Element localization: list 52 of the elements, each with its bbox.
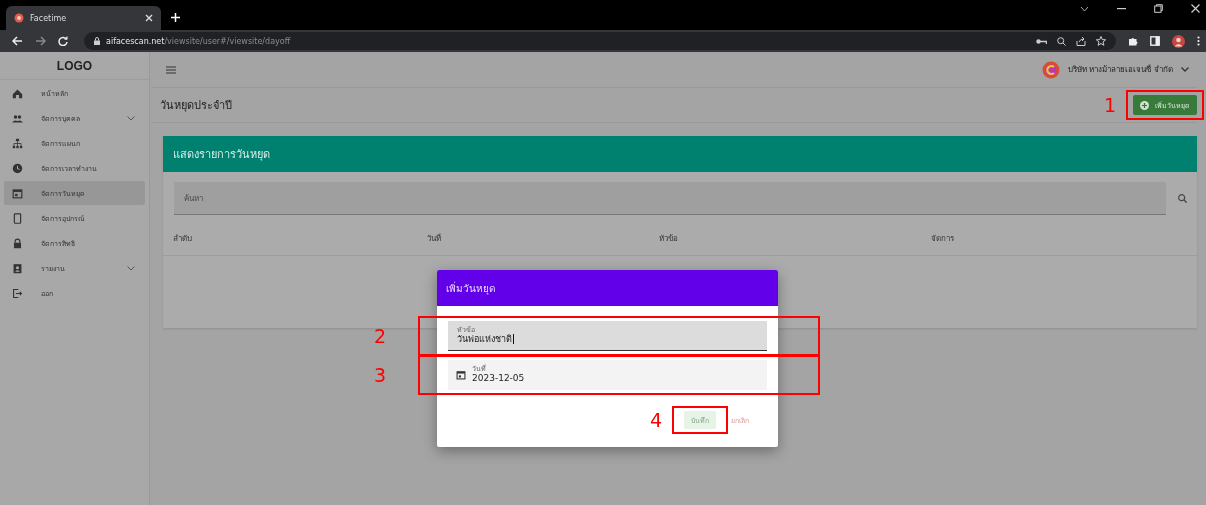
phone-icon <box>12 212 23 224</box>
logo-text: LOGO <box>0 52 149 80</box>
clock-icon <box>12 162 23 174</box>
annotation-number: 2 <box>374 324 387 348</box>
org-chart-icon <box>12 137 23 149</box>
id-badge-icon <box>12 262 23 274</box>
site-icon <box>14 13 24 23</box>
profile-avatar-icon[interactable] <box>1172 34 1185 48</box>
more-icon[interactable] <box>1197 36 1200 46</box>
restore-icon[interactable] <box>1154 4 1163 13</box>
star-icon[interactable] <box>1096 36 1106 46</box>
zoom-icon[interactable] <box>1057 36 1066 46</box>
dialog-header: เพิ่มวันหยุด <box>437 270 778 306</box>
annotation-number: 4 <box>650 408 663 432</box>
browser-tab[interactable]: Facetime <box>6 6 161 30</box>
share-icon[interactable] <box>1076 36 1086 46</box>
side-panel-icon[interactable] <box>1150 36 1160 46</box>
plus-circle-icon <box>1140 100 1149 110</box>
people-icon <box>12 112 23 124</box>
card-header: แสดงรายการวันหยุด <box>163 136 1197 172</box>
chevron-down-icon <box>1181 67 1189 72</box>
minimize-icon[interactable] <box>1117 7 1126 10</box>
lock-icon <box>12 237 23 249</box>
back-icon[interactable] <box>12 36 23 46</box>
house-icon <box>12 87 23 99</box>
page-title: วันหยุดประจำปี <box>160 98 232 114</box>
annotation-number: 1 <box>1104 93 1117 117</box>
forward-icon[interactable] <box>35 36 46 46</box>
company-logo-icon <box>1041 60 1060 79</box>
annotation-box <box>672 406 728 434</box>
company-menu[interactable]: บริษัท หางม้าลายเอเจนซี่ จำกัด <box>1041 60 1197 79</box>
column-header: หัวข้อ <box>659 232 679 245</box>
search-field[interactable]: ค้นหา <box>174 182 1166 215</box>
chevron-down-icon[interactable] <box>1080 5 1089 12</box>
annotation-number: 3 <box>374 363 387 387</box>
puzzle-icon[interactable] <box>1128 36 1138 46</box>
calendar-icon <box>12 187 23 199</box>
reload-icon[interactable] <box>58 36 68 46</box>
close-icon[interactable] <box>1191 4 1200 13</box>
lock-icon <box>94 37 100 45</box>
calendar-icon <box>456 369 466 380</box>
new-tab-icon[interactable] <box>171 13 180 22</box>
address-field[interactable]: aifacescan.net/viewsite/user#/viewsite/dayoff <box>84 32 1116 50</box>
exit-icon <box>12 287 23 299</box>
column-header: ลำดับ <box>173 232 193 245</box>
search-icon[interactable] <box>1178 194 1187 203</box>
url-text: aifacescan.net/viewsite/user#/viewsite/dayoff <box>106 36 291 46</box>
column-header: วันที่ <box>427 232 442 245</box>
tab-title: Facetime <box>30 13 68 23</box>
close-icon[interactable] <box>145 14 153 22</box>
key-icon[interactable] <box>1036 37 1047 45</box>
column-header: จัดการ <box>931 232 955 245</box>
